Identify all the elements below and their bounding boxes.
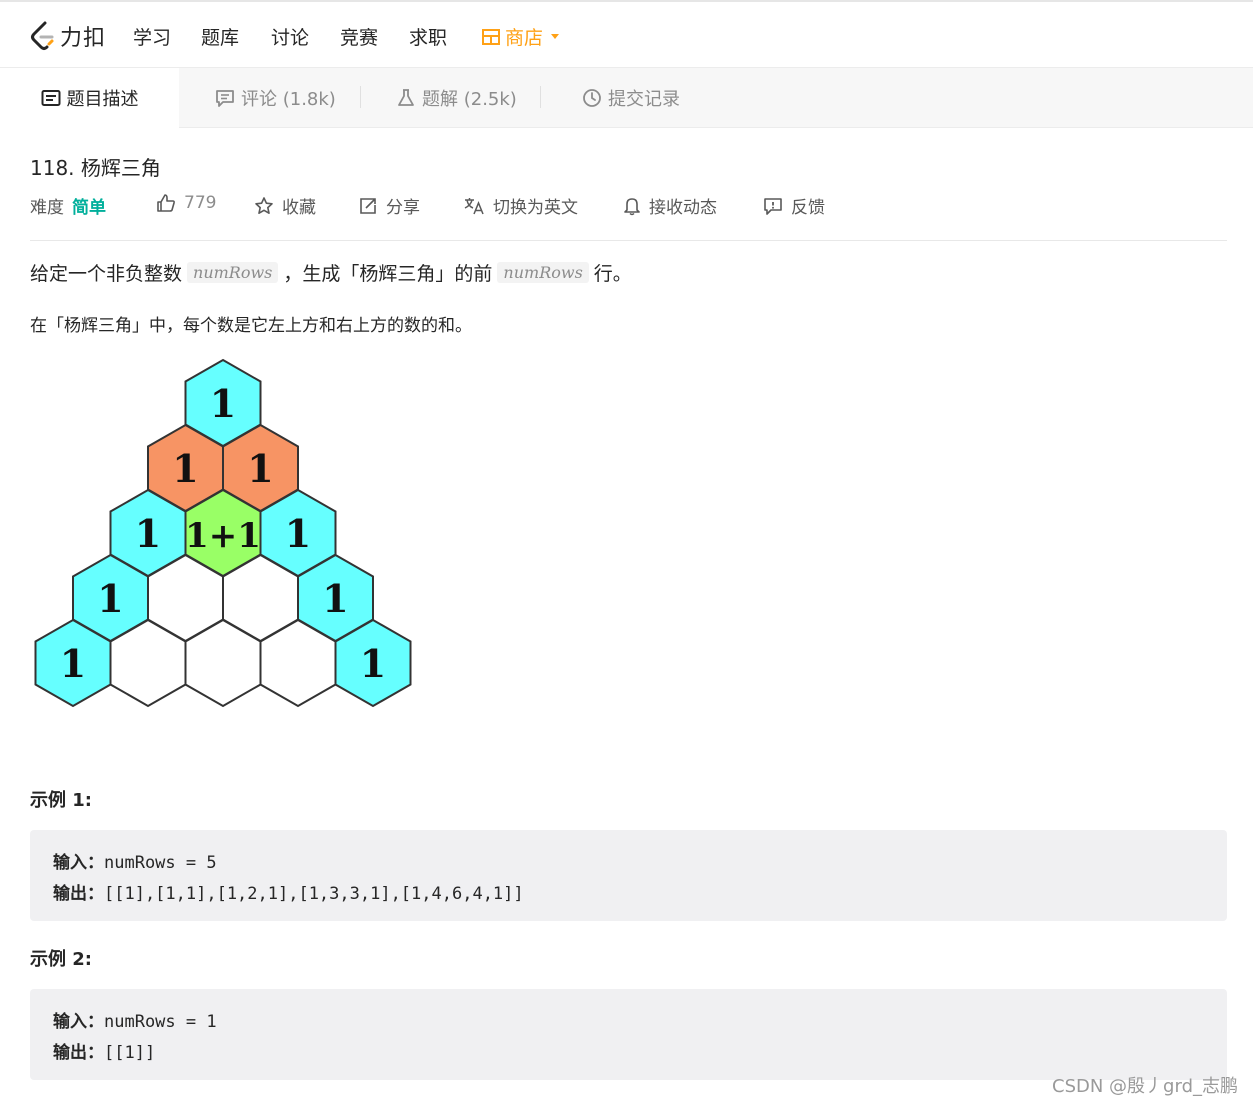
input-value: numRows = 1	[104, 1012, 217, 1032]
description-text: ，生成「杨辉三角」的前	[283, 263, 493, 285]
tab-separator	[360, 86, 361, 108]
hexagon-label: 1	[285, 511, 311, 556]
feedback-icon	[764, 197, 782, 215]
example-2-title: 示例 2:	[30, 949, 92, 970]
favorite-button[interactable]: 收藏	[254, 193, 316, 218]
tab-submissions[interactable]: 提交记录	[582, 68, 680, 128]
translate-icon	[464, 197, 484, 214]
share-icon	[360, 197, 376, 214]
example-1-output: 输出：[[1],[1,1],[1,2,1],[1,3,3,1],[1,4,6,4…	[53, 879, 524, 904]
inline-code-numrows: numRows	[497, 262, 589, 283]
subscribe-label: 接收动态	[649, 198, 717, 218]
description-icon	[41, 90, 60, 106]
comment-icon	[216, 90, 234, 107]
tab-separator	[540, 86, 541, 108]
tab-description[interactable]: 题目描述	[0, 68, 179, 128]
description-text: 行。	[593, 263, 632, 285]
input-label: 输入：	[53, 853, 104, 873]
nav-discuss[interactable]: 讨论	[271, 23, 309, 50]
example-1-input: 输入：numRows = 5	[53, 848, 217, 873]
logo-text: 力扣	[60, 26, 107, 51]
like-count: 779	[184, 193, 217, 213]
example-1-box: 输入：numRows = 5 输出：[[1],[1,1],[1,2,1],[1,…	[30, 830, 1227, 921]
problem-tabs: 题目描述 评论 (1.8k) 题解 (2.5k) 提交记录	[0, 68, 1253, 128]
hexagon-label: 1	[135, 511, 161, 556]
divider	[30, 240, 1227, 241]
hexagon-label: 1	[247, 446, 273, 491]
top-navbar: 力扣 学习 题库 讨论 竞赛 求职 商店	[0, 0, 1253, 68]
thumbs-up-icon	[157, 194, 175, 212]
tab-submissions-label: 提交记录	[608, 89, 680, 110]
output-value: [[1]]	[104, 1043, 156, 1063]
hexagon-label: 1	[360, 641, 386, 686]
example-2-output: 输出：[[1]]	[53, 1038, 155, 1063]
description-paragraph-1: 给定一个非负整数 numRows ，生成「杨辉三角」的前 numRows 行。	[30, 259, 632, 286]
example-2-box: 输入：numRows = 1 输出：[[1]]	[30, 989, 1227, 1080]
leetcode-logo[interactable]: 力扣	[30, 20, 106, 52]
nav-store[interactable]: 商店	[481, 23, 560, 50]
description-paragraph-2: 在「杨辉三角」中，每个数是它左上方和右上方的数的和。	[30, 316, 472, 336]
hexagon-label: 1	[172, 446, 198, 491]
bell-icon	[624, 197, 640, 215]
problem-title: 118. 杨辉三角	[30, 156, 161, 180]
flask-icon	[398, 89, 414, 106]
hexagon-label: 1	[60, 641, 86, 686]
hexagon-label: 1	[210, 381, 236, 426]
input-label: 输入：	[53, 1012, 104, 1032]
feedback-button[interactable]: 反馈	[763, 193, 825, 218]
leetcode-logo-icon	[31, 21, 54, 50]
star-icon	[255, 196, 273, 214]
switch-language-button[interactable]: 切换为英文	[463, 193, 578, 218]
hexagon-label: 1+1	[185, 516, 261, 556]
switch-language-label: 切换为英文	[493, 198, 578, 218]
difficulty-badge: 简单	[72, 198, 106, 218]
description-text: 给定一个非负整数	[30, 263, 183, 285]
pascal-triangle-figure: 11 11 1+1 11 11 1	[34, 358, 412, 708]
nav-problemset[interactable]: 题库	[201, 23, 239, 50]
output-label: 输出：	[53, 884, 104, 904]
subscribe-button[interactable]: 接收动态	[623, 193, 717, 218]
tab-solutions[interactable]: 题解 (2.5k)	[396, 68, 517, 128]
output-value: [[1],[1,1],[1,2,1],[1,3,3,1],[1,4,6,4,1]…	[104, 884, 524, 904]
tab-comments-label: 评论 (1.8k)	[241, 89, 336, 110]
watermark: CSDN @殷丿grd_志鹏	[1052, 1076, 1238, 1097]
store-icon	[482, 28, 500, 45]
example-2-input: 输入：numRows = 1	[53, 1007, 217, 1032]
tab-description-label: 题目描述	[66, 89, 139, 110]
output-label: 输出：	[53, 1043, 104, 1063]
favorite-label: 收藏	[282, 198, 316, 218]
nav-store-label: 商店	[505, 27, 544, 49]
inline-code-numrows: numRows	[187, 262, 279, 283]
tab-solutions-label: 题解 (2.5k)	[422, 89, 517, 110]
like-button[interactable]: 779	[156, 193, 216, 213]
difficulty-label: 难度	[30, 198, 64, 218]
input-value: numRows = 5	[104, 853, 217, 873]
hexagon-label: 1	[97, 576, 123, 621]
feedback-label: 反馈	[791, 198, 825, 218]
clock-icon	[583, 89, 601, 107]
nav-learn[interactable]: 学习	[133, 23, 171, 50]
example-1-title: 示例 1:	[30, 790, 92, 811]
nav-contest[interactable]: 竞赛	[340, 23, 378, 50]
chevron-down-icon	[551, 34, 560, 39]
share-label: 分享	[386, 198, 420, 218]
share-button[interactable]: 分享	[358, 193, 420, 218]
tab-comments[interactable]: 评论 (1.8k)	[215, 68, 336, 128]
nav-jobs[interactable]: 求职	[409, 23, 447, 50]
hexagon-label: 1	[322, 576, 348, 621]
difficulty: 难度 简单	[30, 193, 106, 218]
